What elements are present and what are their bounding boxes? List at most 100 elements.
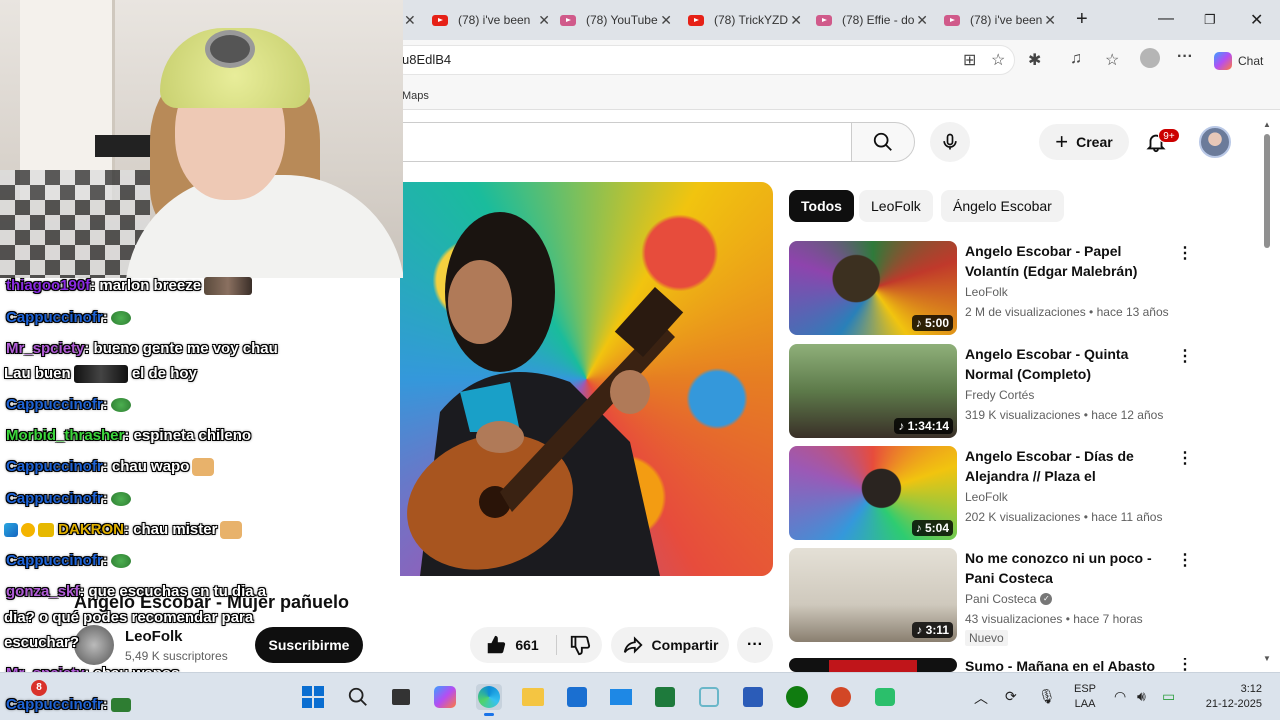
browser-tab[interactable]: (78) Effie - do ✕ <box>816 6 928 34</box>
new-tab-button[interactable]: + <box>1076 8 1088 31</box>
recommended-video[interactable]: ♪ 3:11 No me conozco ni un poco - Pani C… <box>789 548 1209 646</box>
windows-logo-icon <box>302 686 324 708</box>
video-duration: ♪ 5:00 <box>911 315 953 331</box>
box-badge-icon <box>38 523 54 538</box>
search-input[interactable] <box>400 122 852 162</box>
tab-close-button[interactable]: ✕ <box>660 12 672 29</box>
url-field[interactable] <box>390 45 1015 75</box>
language-indicator[interactable]: ESP LAA <box>1074 682 1096 712</box>
menu-dots-icon[interactable]: ··· <box>1177 48 1193 66</box>
video-title[interactable]: Angelo Escobar - Días de Alejandra // Pl… <box>965 446 1175 486</box>
minimize-button[interactable]: — <box>1158 10 1174 28</box>
video-title[interactable]: Angelo Escobar - Papel Volantín (Edgar M… <box>965 241 1175 281</box>
kebab-menu-icon[interactable]: ⋮ <box>1177 550 1193 570</box>
tab-close-button[interactable]: ✕ <box>790 12 802 29</box>
create-button[interactable]: + Crear <box>1039 124 1129 160</box>
copilot-chat-button[interactable]: Chat <box>1208 48 1272 74</box>
chip-angelo-escobar[interactable]: Ángelo Escobar <box>941 190 1064 222</box>
video-thumbnail[interactable] <box>789 658 957 672</box>
video-thumbnail[interactable]: ♪ 3:11 <box>789 548 957 642</box>
clock[interactable]: 3:12 21-12-2025 <box>1198 682 1262 712</box>
tab-close-button[interactable]: ✕ <box>1044 12 1056 29</box>
video-title[interactable]: Sumo - Mañana en el Abasto <box>965 658 1175 672</box>
duration-text: 5:04 <box>924 521 949 535</box>
excel-button[interactable] <box>652 684 678 710</box>
app-install-icon[interactable]: ⊞ <box>963 50 976 70</box>
recommended-video[interactable]: ♪ 5:00 Angelo Escobar - Papel Volantín (… <box>789 241 1209 337</box>
chip-leofolk[interactable]: LeoFolk <box>859 190 933 222</box>
restore-button[interactable]: ❐ <box>1204 12 1216 28</box>
video-title[interactable]: Angelo Escobar - Quinta Normal (Completo… <box>965 344 1175 384</box>
tray-chevron-icon[interactable]: ︿ <box>974 688 988 708</box>
channel-name[interactable]: LeoFolk <box>965 490 1008 504</box>
bookmark-maps[interactable]: Maps <box>402 90 429 102</box>
media-icon[interactable]: ♫ <box>1070 50 1082 68</box>
kebab-menu-icon[interactable]: ⋮ <box>1177 346 1193 366</box>
word-button[interactable] <box>740 684 766 710</box>
kebab-menu-icon[interactable]: ⋮ <box>1177 658 1193 672</box>
page-scrollbar[interactable]: ▲ ▼ <box>1262 120 1272 668</box>
extensions-icon[interactable]: ✱ <box>1028 50 1041 70</box>
new-badge: Nuevo <box>965 630 1008 646</box>
video-thumbnail[interactable]: ♪ 1:34:14 <box>789 344 957 438</box>
sync-icon[interactable]: ⟳ <box>1005 688 1017 705</box>
search-button[interactable] <box>851 122 915 162</box>
file-explorer-button[interactable] <box>520 684 546 710</box>
chip-all[interactable]: Todos <box>789 190 854 222</box>
favorite-star-icon[interactable]: ☆ <box>991 50 1005 70</box>
video-player[interactable] <box>400 182 773 576</box>
channel-avatar[interactable] <box>74 625 114 665</box>
browser-tab[interactable]: (78) i've been ✕ <box>944 6 1056 34</box>
video-thumbnail[interactable]: ♪ 5:04 <box>789 446 957 540</box>
start-button[interactable] <box>300 684 326 710</box>
powerpoint-button[interactable] <box>828 684 854 710</box>
xbox-button[interactable] <box>784 684 810 710</box>
voice-search-button[interactable] <box>930 122 970 162</box>
edge-taskbar-button[interactable] <box>476 684 502 710</box>
app-button[interactable] <box>696 684 722 710</box>
wifi-icon[interactable]: ◠ <box>1114 688 1126 705</box>
chat-text: : que escuchas en tu dia a <box>79 583 267 600</box>
channel-name[interactable]: LeoFolk <box>965 285 1008 299</box>
mail-button[interactable] <box>608 684 634 710</box>
channel-name[interactable]: Pani Costeca ✓ <box>965 592 1053 606</box>
battery-icon[interactable]: ▭ <box>1162 688 1175 705</box>
kebab-menu-icon[interactable]: ⋮ <box>1177 243 1193 263</box>
recommended-video[interactable]: ♪ 1:34:14 Angelo Escobar - Quinta Normal… <box>789 344 1209 440</box>
kebab-menu-icon[interactable]: ⋮ <box>1177 448 1193 468</box>
profile-icon[interactable] <box>1140 48 1160 68</box>
tab-close-button[interactable]: ✕ <box>916 12 928 29</box>
channel-name[interactable]: LeoFolk <box>125 628 183 645</box>
store-button[interactable] <box>564 684 590 710</box>
share-button[interactable]: Compartir <box>611 627 729 663</box>
video-thumbnail[interactable]: ♪ 5:00 <box>789 241 957 335</box>
browser-tab[interactable]: (78) YouTube ✕ <box>560 6 672 34</box>
copilot-taskbar-button[interactable] <box>432 684 458 710</box>
subscribe-button[interactable]: Suscribirme <box>255 627 363 663</box>
like-button[interactable]: 661 <box>470 627 554 663</box>
close-window-button[interactable]: ✕ <box>1250 10 1263 30</box>
channel-name[interactable]: Fredy Cortés <box>965 388 1034 402</box>
favorites-icon[interactable]: ☆ <box>1105 50 1119 70</box>
account-avatar[interactable] <box>1199 126 1231 158</box>
tab-close-button[interactable]: ✕ <box>538 12 550 29</box>
recommended-video[interactable]: ♪ 5:04 Angelo Escobar - Días de Alejandr… <box>789 446 1209 542</box>
app-button-2[interactable] <box>872 684 898 710</box>
task-view-button[interactable] <box>388 684 414 710</box>
browser-tab[interactable]: (78) TrickYZD ✕ <box>688 6 802 34</box>
music-note-icon: ♪ <box>915 521 925 535</box>
taskbar-search-button[interactable] <box>345 684 371 710</box>
volume-icon[interactable]: 🔊︎ <box>1137 688 1146 705</box>
video-duration: ♪ 1:34:14 <box>894 418 953 434</box>
dislike-button[interactable] <box>558 627 602 663</box>
mic-icon[interactable]: 🎙︎ <box>1038 688 1056 705</box>
video-frame <box>407 212 684 576</box>
scroll-up-arrow[interactable]: ▲ <box>1263 120 1271 129</box>
scroll-down-arrow[interactable]: ▼ <box>1263 654 1271 663</box>
tab-close-button[interactable]: ✕ <box>404 12 416 29</box>
browser-tab[interactable]: (78) i've been ✕ <box>432 6 550 34</box>
scroll-thumb[interactable] <box>1264 134 1270 248</box>
recommended-video[interactable]: Sumo - Mañana en el Abasto ⋮ <box>789 658 1209 672</box>
more-actions-button[interactable]: ··· <box>737 627 773 663</box>
video-title[interactable]: No me conozco ni un poco - Pani Costeca <box>965 548 1175 588</box>
